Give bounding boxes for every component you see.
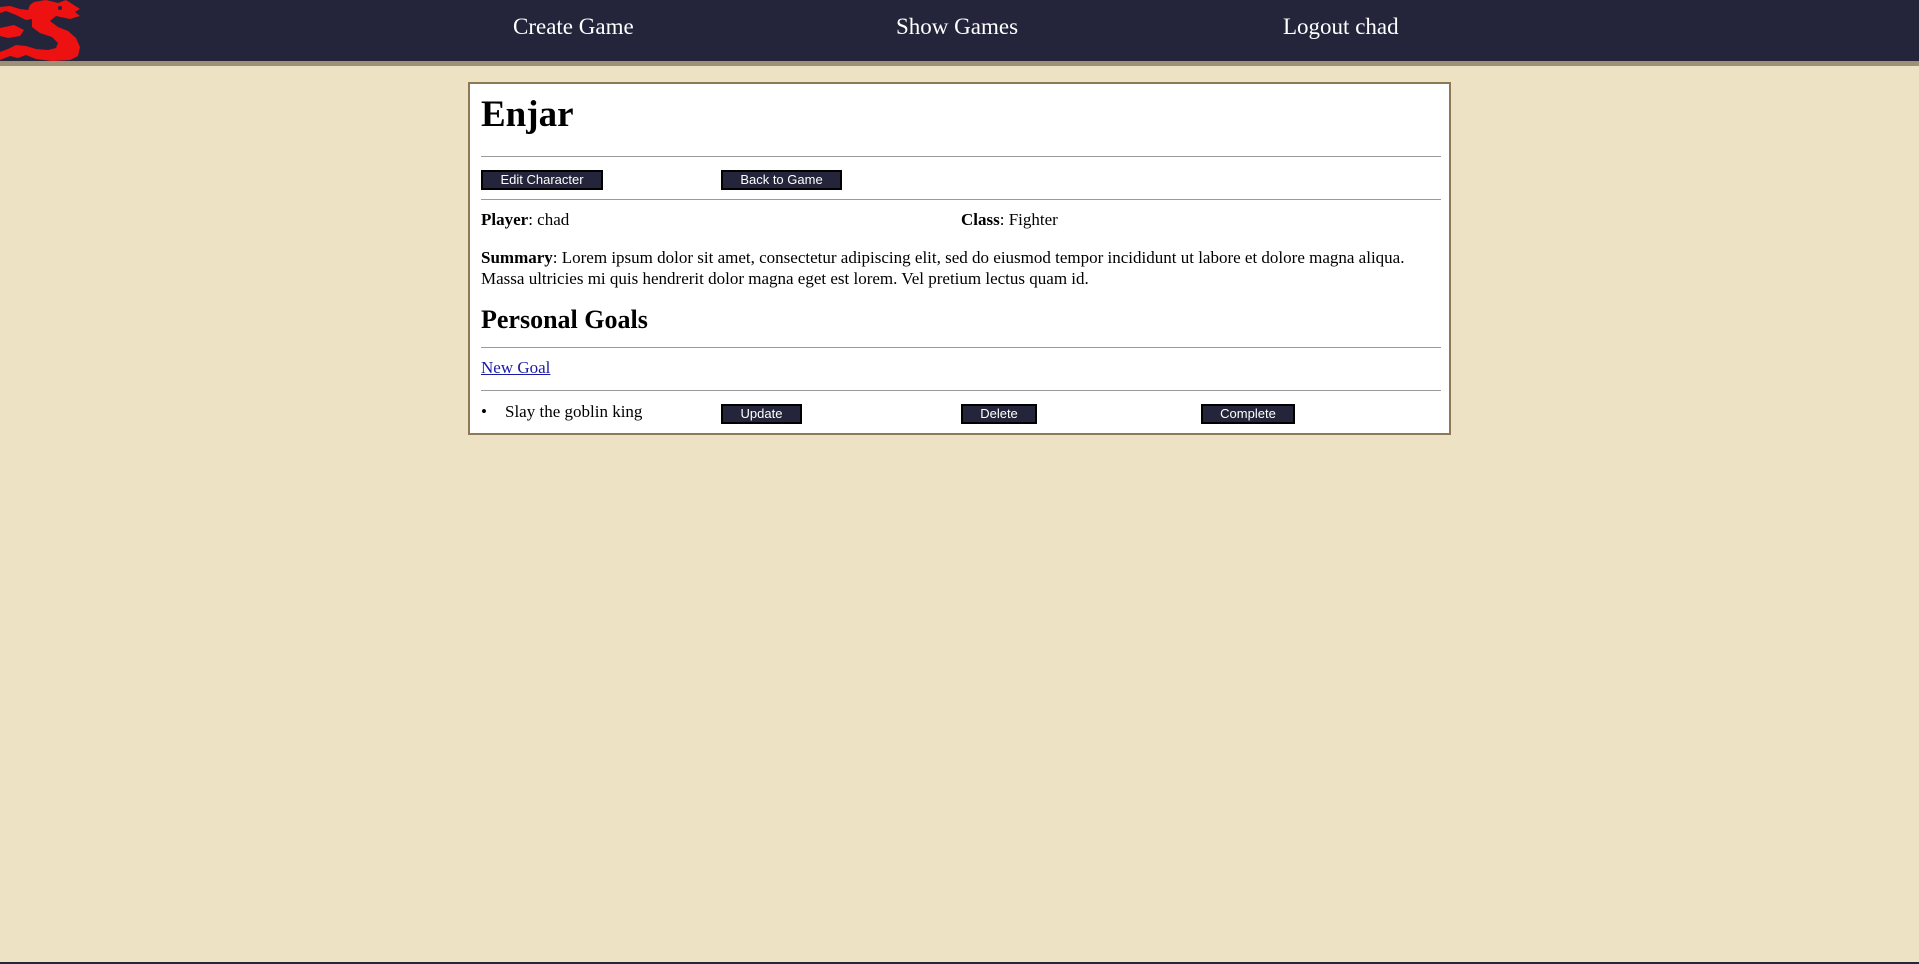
player-field: Player: chad: [481, 210, 569, 230]
edit-character-button[interactable]: Edit Character: [481, 170, 603, 190]
complete-goal-button[interactable]: Complete: [1201, 404, 1295, 424]
divider: [481, 156, 1441, 157]
personal-goals-heading: Personal Goals: [481, 305, 648, 334]
update-goal-button[interactable]: Update: [721, 404, 802, 424]
summary-label: Summary: [481, 248, 553, 267]
character-card: Enjar Edit Character Back to Game Player…: [468, 82, 1451, 435]
bullet-icon: •: [481, 402, 487, 421]
nav-logout-link[interactable]: Logout chad: [1283, 14, 1399, 40]
class-value: : Fighter: [999, 210, 1058, 229]
divider: [481, 199, 1441, 200]
goal-text: Slay the goblin king: [505, 402, 643, 421]
class-field: Class: Fighter: [961, 210, 1058, 230]
nav-create-game-link[interactable]: Create Game: [513, 14, 634, 40]
player-value: : chad: [528, 210, 570, 229]
dragon-logo-icon[interactable]: [0, 0, 82, 61]
class-label: Class: [961, 210, 1000, 229]
new-goal-link[interactable]: New Goal: [481, 358, 550, 378]
summary-field: Summary: Lorem ipsum dolor sit amet, con…: [481, 247, 1441, 289]
top-navbar: Create Game Show Games Logout chad: [0, 0, 1919, 66]
back-to-game-button[interactable]: Back to Game: [721, 170, 842, 190]
delete-goal-button[interactable]: Delete: [961, 404, 1037, 424]
summary-value: : Lorem ipsum dolor sit amet, consectetu…: [481, 248, 1405, 288]
nav-show-games-link[interactable]: Show Games: [896, 14, 1018, 40]
player-label: Player: [481, 210, 529, 229]
divider: [481, 347, 1441, 348]
divider: [481, 390, 1441, 391]
character-name: Enjar: [481, 94, 574, 135]
